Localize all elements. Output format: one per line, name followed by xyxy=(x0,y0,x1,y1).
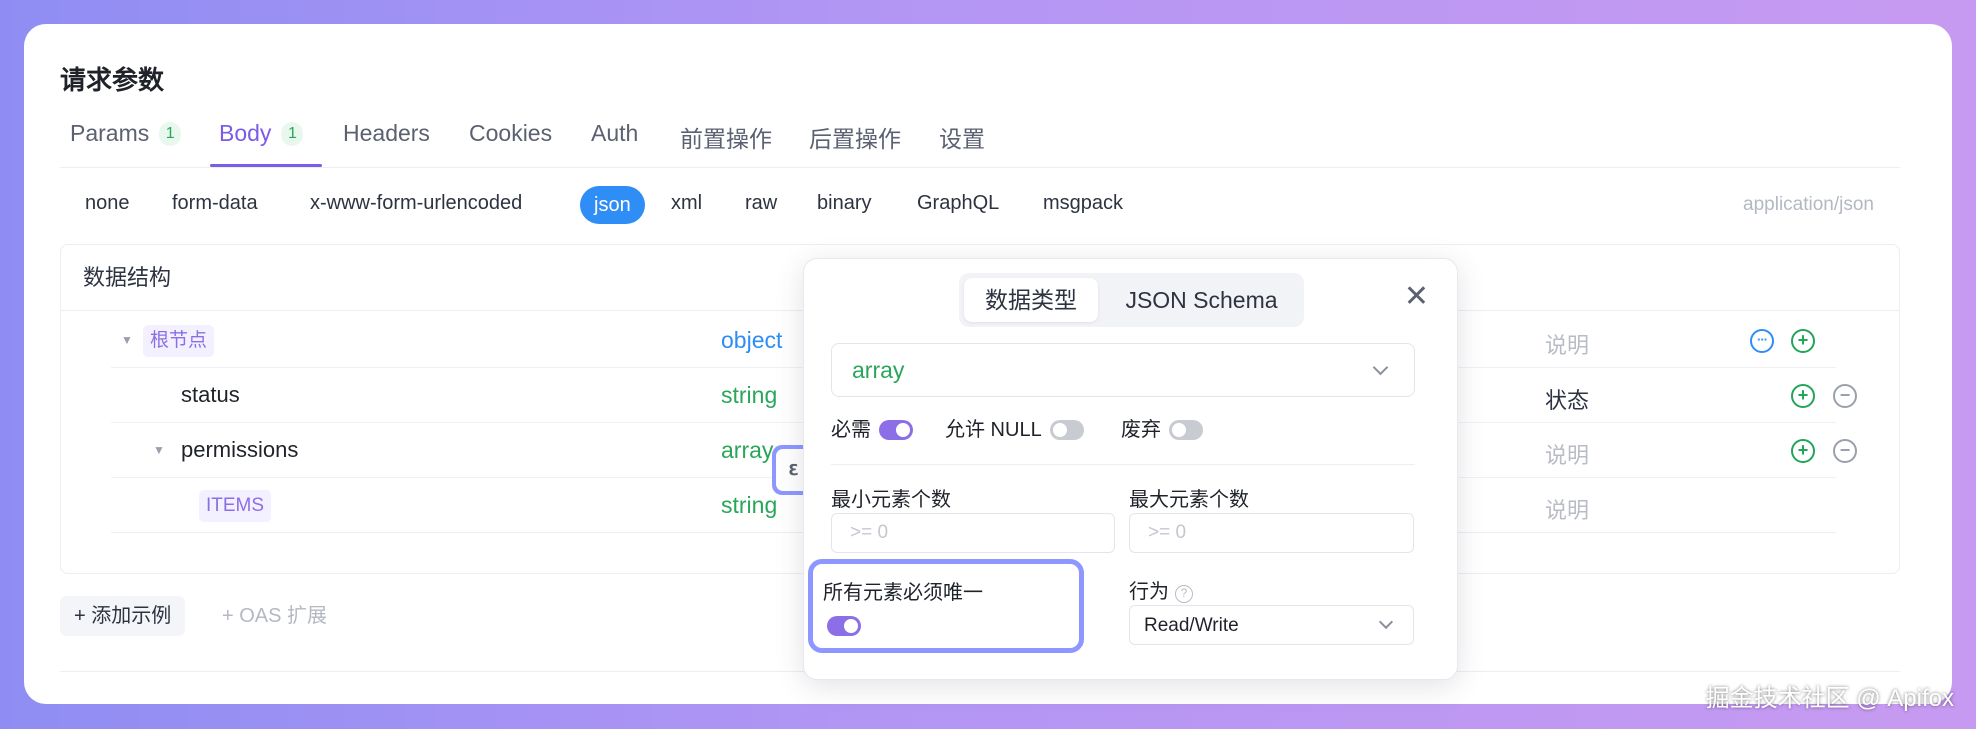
max-items-input[interactable]: >= 0 xyxy=(1129,513,1414,553)
count-badge: 1 xyxy=(159,122,182,146)
body-type-raw[interactable]: raw xyxy=(745,192,777,215)
behavior-select-value: Read/Write xyxy=(1144,615,1239,636)
body-type-binary[interactable]: binary xyxy=(817,192,871,215)
toggle-label: 必需 xyxy=(831,419,871,441)
field-type[interactable]: string xyxy=(721,492,777,519)
field-description[interactable]: 说明 xyxy=(1545,493,1589,525)
content-type-label: application/json xyxy=(1743,194,1874,215)
tab-body[interactable]: Body 1 xyxy=(219,120,304,147)
field-type[interactable]: object xyxy=(721,327,782,354)
help-icon[interactable]: ? xyxy=(1175,585,1193,603)
field-name[interactable]: permissions xyxy=(181,437,298,463)
count-badge: 1 xyxy=(281,122,304,146)
unique-items-highlight: 所有元素必须唯一 xyxy=(808,559,1084,653)
body-type-selector: none form-data x-www-form-urlencoded jso… xyxy=(60,186,1900,226)
tab-label: Body xyxy=(219,120,272,146)
tab-cookies[interactable]: Cookies xyxy=(469,120,552,147)
collapse-caret-icon[interactable]: ▼ xyxy=(153,443,165,457)
deprecated-toggle-row[interactable]: 废弃 xyxy=(1121,413,1203,442)
page-title: 请求参数 xyxy=(60,65,165,95)
toggle-knob xyxy=(1052,423,1067,437)
min-items-label: 最小元素个数 xyxy=(831,489,951,511)
toggle-label: 允许 NULL xyxy=(945,419,1042,441)
remove-icon[interactable]: − xyxy=(1833,439,1857,463)
behavior-label: 行为? xyxy=(1129,575,1193,604)
items-tag: ITEMS xyxy=(199,490,272,522)
root-node-tag: 根节点 xyxy=(143,325,215,357)
body-type-urlencoded[interactable]: x-www-form-urlencoded xyxy=(310,192,522,215)
tab-params[interactable]: Params 1 xyxy=(70,120,182,147)
chevron-down-icon xyxy=(1372,359,1389,376)
segment-json-schema[interactable]: JSON Schema xyxy=(1109,278,1294,322)
body-type-graphql[interactable]: GraphQL xyxy=(917,192,999,215)
field-description[interactable]: 状态 xyxy=(1545,383,1589,415)
body-type-none[interactable]: none xyxy=(85,192,130,215)
collapse-caret-icon[interactable]: ▼ xyxy=(121,333,133,347)
remove-icon[interactable]: − xyxy=(1833,384,1857,408)
tab-pre-operations[interactable]: 前置操作 xyxy=(680,120,772,154)
watermark: 掘金技术社区 @ Apifox xyxy=(1705,685,1954,712)
add-example-button[interactable]: + 添加示例 xyxy=(60,596,186,636)
popover-segmented-control: 数据类型 JSON Schema xyxy=(959,273,1304,327)
tab-post-operations[interactable]: 后置操作 xyxy=(809,120,901,154)
max-items-label: 最大元素个数 xyxy=(1129,489,1249,511)
add-child-icon[interactable]: + xyxy=(1791,329,1815,353)
body-type-msgpack[interactable]: msgpack xyxy=(1043,192,1123,215)
toggle-knob xyxy=(896,423,910,437)
field-type[interactable]: string xyxy=(721,382,777,409)
tab-headers[interactable]: Headers xyxy=(343,120,430,147)
field-description[interactable]: 说明 xyxy=(1545,438,1589,470)
type-select[interactable]: array xyxy=(831,343,1415,397)
unique-items-toggle[interactable] xyxy=(827,616,861,636)
popover-divider xyxy=(831,464,1415,465)
active-tab-indicator xyxy=(210,164,322,167)
unique-items-label: 所有元素必须唯一 xyxy=(823,582,983,604)
field-description[interactable]: 说明 xyxy=(1545,328,1589,360)
body-type-xml[interactable]: xml xyxy=(671,192,702,215)
toggle-label: 废弃 xyxy=(1121,419,1161,441)
nullable-toggle[interactable] xyxy=(1049,420,1084,440)
field-type[interactable]: array xyxy=(721,437,773,464)
toggle-knob xyxy=(844,619,858,633)
deprecated-toggle[interactable] xyxy=(1169,420,1203,440)
chevron-down-icon xyxy=(1378,614,1394,630)
min-items-input[interactable]: >= 0 xyxy=(831,513,1115,553)
behavior-select[interactable]: Read/Write xyxy=(1129,605,1414,645)
tab-settings[interactable]: 设置 xyxy=(939,120,985,154)
close-icon[interactable]: ✕ xyxy=(1404,279,1429,314)
segment-data-type[interactable]: 数据类型 xyxy=(964,278,1098,322)
tab-auth[interactable]: Auth xyxy=(591,120,638,147)
oas-extension-button[interactable]: + OAS 扩展 xyxy=(222,596,327,636)
add-sibling-icon[interactable]: + xyxy=(1791,384,1815,408)
toggle-knob xyxy=(1172,423,1186,437)
required-toggle[interactable] xyxy=(879,420,913,440)
more-icon[interactable]: ··· xyxy=(1750,329,1774,353)
add-sibling-icon[interactable]: + xyxy=(1791,439,1815,463)
nullable-toggle-row[interactable]: 允许 NULL xyxy=(945,413,1084,442)
request-tabs: Params 1 Body 1 Headers Cookies Auth 前置操作 … xyxy=(60,114,1900,168)
body-type-form-data[interactable]: form-data xyxy=(172,192,258,215)
required-toggle-row[interactable]: 必需 xyxy=(831,413,913,442)
behavior-label-text: 行为 xyxy=(1129,581,1169,603)
field-name[interactable]: status xyxy=(181,382,240,408)
body-type-json[interactable]: json xyxy=(580,186,645,224)
tab-label: Params xyxy=(70,120,150,146)
type-select-value: array xyxy=(852,357,905,383)
